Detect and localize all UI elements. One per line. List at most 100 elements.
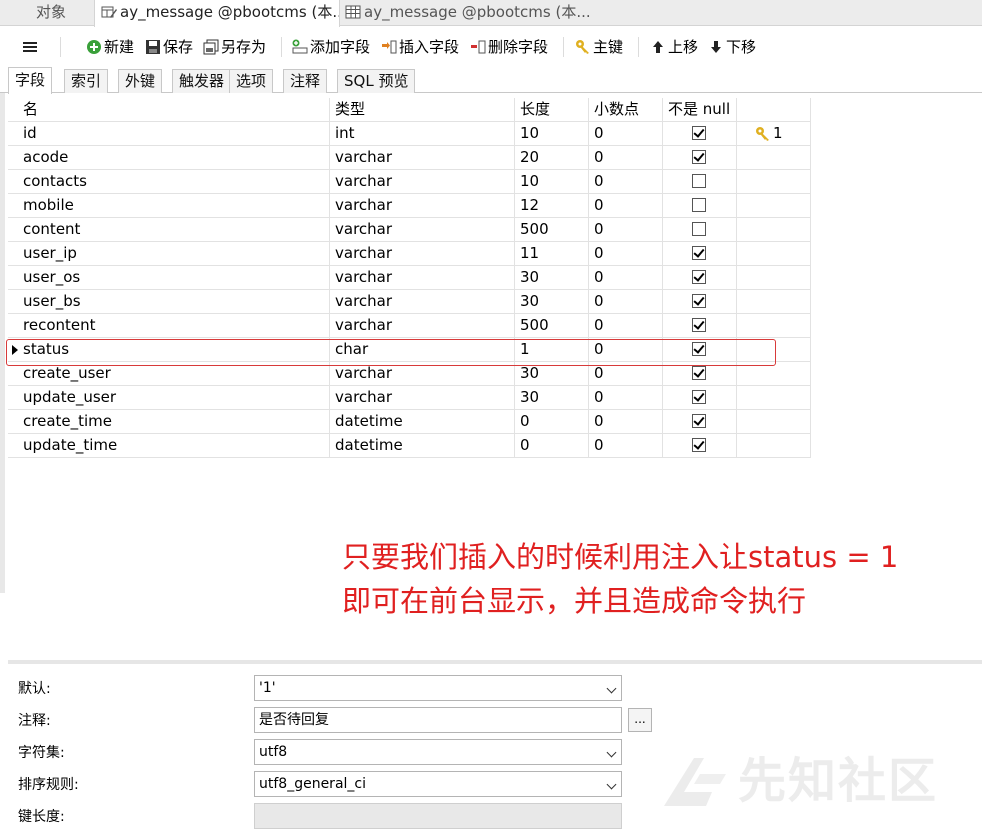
not-null-checkbox[interactable] [692, 438, 706, 452]
field-type-cell[interactable]: int [330, 122, 515, 146]
not-null-checkbox[interactable] [692, 270, 706, 284]
table-row[interactable]: user_bs varchar 30 0 [8, 290, 811, 314]
field-name-cell[interactable]: update_time [18, 434, 330, 458]
field-length-cell[interactable]: 500 [515, 218, 589, 242]
not-null-checkbox[interactable] [692, 198, 706, 212]
field-key-cell[interactable] [737, 386, 811, 410]
field-type-cell[interactable]: varchar [330, 266, 515, 290]
field-type-cell[interactable]: varchar [330, 314, 515, 338]
field-name-cell[interactable]: acode [18, 146, 330, 170]
tab-foreign-keys[interactable]: 外键 [118, 69, 163, 93]
tab-comments[interactable]: 注释 [283, 69, 328, 93]
tab-indexes[interactable]: 索引 [64, 69, 109, 93]
field-length-cell[interactable]: 10 [515, 122, 589, 146]
field-length-cell[interactable]: 30 [515, 386, 589, 410]
field-name-cell[interactable]: user_ip [18, 242, 330, 266]
table-row[interactable]: contacts varchar 10 0 [8, 170, 811, 194]
field-length-cell[interactable]: 11 [515, 242, 589, 266]
tab-fields[interactable]: 字段 [8, 67, 53, 94]
field-name-cell[interactable]: user_bs [18, 290, 330, 314]
column-header-length[interactable]: 长度 [515, 98, 589, 122]
table-row[interactable]: user_os varchar 30 0 [8, 266, 811, 290]
field-length-cell[interactable]: 500 [515, 314, 589, 338]
not-null-checkbox[interactable] [692, 126, 706, 140]
not-null-checkbox[interactable] [692, 222, 706, 236]
save-button[interactable]: 保存 [145, 36, 193, 58]
comment-input[interactable]: 是否待回复 [254, 707, 622, 733]
field-key-cell[interactable] [737, 146, 811, 170]
field-name-cell[interactable]: user_os [18, 266, 330, 290]
new-button[interactable]: 新建 [86, 36, 134, 58]
tab-triggers[interactable]: 触发器 [172, 69, 232, 93]
table-row[interactable]: id int 10 0 1 [8, 122, 811, 146]
field-name-cell[interactable]: update_user [18, 386, 330, 410]
insert-field-button[interactable]: 插入字段 [381, 36, 459, 58]
not-null-checkbox[interactable] [692, 318, 706, 332]
not-null-checkbox[interactable] [692, 414, 706, 428]
field-length-cell[interactable]: 10 [515, 170, 589, 194]
column-header-decimals[interactable]: 小数点 [589, 98, 663, 122]
table-row[interactable]: recontent varchar 500 0 [8, 314, 811, 338]
field-key-cell[interactable] [737, 434, 811, 458]
field-type-cell[interactable]: varchar [330, 290, 515, 314]
tab-sql-preview[interactable]: SQL 预览 [337, 69, 416, 93]
field-type-cell[interactable]: varchar [330, 170, 515, 194]
field-key-cell[interactable] [737, 194, 811, 218]
window-tab-objects[interactable]: 对象 [0, 0, 94, 26]
field-length-cell[interactable]: 0 [515, 410, 589, 434]
field-key-cell[interactable] [737, 314, 811, 338]
field-key-cell[interactable] [737, 410, 811, 434]
column-header-not-null[interactable]: 不是 null [663, 98, 737, 122]
column-header-name[interactable]: 名 [18, 98, 330, 122]
window-tab-table-data[interactable]: ay_message @pbootcms (本... [341, 0, 591, 26]
not-null-checkbox[interactable] [692, 390, 706, 404]
field-key-cell[interactable] [737, 218, 811, 242]
table-row[interactable]: content varchar 500 0 [8, 218, 811, 242]
field-length-cell[interactable]: 20 [515, 146, 589, 170]
field-key-cell[interactable] [737, 266, 811, 290]
field-decimals-cell[interactable]: 0 [589, 218, 663, 242]
field-length-cell[interactable]: 0 [515, 434, 589, 458]
field-type-cell[interactable]: datetime [330, 410, 515, 434]
field-name-cell[interactable]: create_time [18, 410, 330, 434]
field-type-cell[interactable]: varchar [330, 146, 515, 170]
field-type-cell[interactable]: varchar [330, 194, 515, 218]
field-type-cell[interactable]: varchar [330, 386, 515, 410]
field-decimals-cell[interactable]: 0 [589, 242, 663, 266]
table-row[interactable]: user_ip varchar 11 0 [8, 242, 811, 266]
field-length-cell[interactable]: 30 [515, 266, 589, 290]
table-row[interactable]: acode varchar 20 0 [8, 146, 811, 170]
table-row[interactable]: create_time datetime 0 0 [8, 410, 811, 434]
field-decimals-cell[interactable]: 0 [589, 290, 663, 314]
field-decimals-cell[interactable]: 0 [589, 386, 663, 410]
not-null-checkbox[interactable] [692, 294, 706, 308]
field-decimals-cell[interactable]: 0 [589, 122, 663, 146]
field-key-cell[interactable] [737, 242, 811, 266]
move-up-button[interactable]: 上移 [650, 36, 698, 58]
not-null-checkbox[interactable] [692, 246, 706, 260]
field-decimals-cell[interactable]: 0 [589, 266, 663, 290]
field-name-cell[interactable]: recontent [18, 314, 330, 338]
field-name-cell[interactable]: content [18, 218, 330, 242]
field-name-cell[interactable]: mobile [18, 194, 330, 218]
column-header-type[interactable]: 类型 [330, 98, 515, 122]
field-name-cell[interactable]: contacts [18, 170, 330, 194]
field-decimals-cell[interactable]: 0 [589, 410, 663, 434]
field-key-cell[interactable]: 1 [737, 122, 811, 146]
comment-edit-button[interactable]: ... [628, 708, 652, 732]
field-name-cell[interactable]: id [18, 122, 330, 146]
not-null-checkbox[interactable] [692, 174, 706, 188]
field-length-cell[interactable]: 30 [515, 290, 589, 314]
add-field-button[interactable]: 添加字段 [292, 36, 370, 58]
field-decimals-cell[interactable]: 0 [589, 314, 663, 338]
not-null-checkbox[interactable] [692, 366, 706, 380]
field-decimals-cell[interactable]: 0 [589, 194, 663, 218]
delete-field-button[interactable]: 删除字段 [470, 36, 548, 58]
primary-key-button[interactable]: 主键 [575, 36, 623, 58]
field-type-cell[interactable]: varchar [330, 218, 515, 242]
default-select[interactable]: '1' [254, 675, 622, 701]
not-null-checkbox[interactable] [692, 150, 706, 164]
table-row[interactable]: mobile varchar 12 0 [8, 194, 811, 218]
save-as-button[interactable]: 另存为 [203, 36, 266, 58]
field-key-cell[interactable] [737, 170, 811, 194]
